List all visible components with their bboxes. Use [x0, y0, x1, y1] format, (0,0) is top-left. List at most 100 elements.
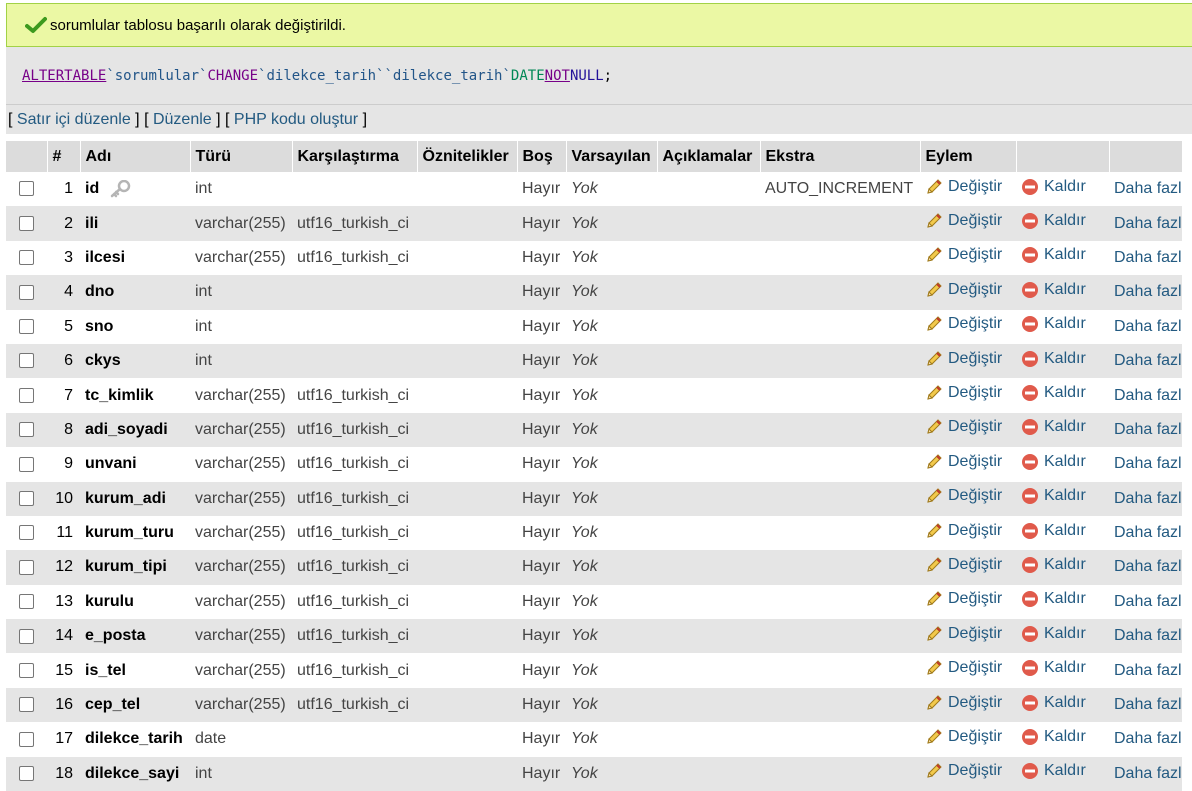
row-checkbox[interactable]: [19, 422, 34, 438]
drop-icon: [1022, 625, 1038, 642]
inline-edit-link[interactable]: Satır içi düzenle: [17, 111, 131, 129]
more-dropdown[interactable]: Daha fazla: [1114, 765, 1182, 783]
row-checkbox[interactable]: [19, 456, 34, 472]
drop-button[interactable]: Kaldır: [1021, 762, 1086, 780]
change-button[interactable]: Değiştir: [925, 590, 1002, 608]
sql-keyword-not[interactable]: NOT: [545, 68, 570, 84]
row-checkbox[interactable]: [19, 731, 34, 747]
column-type: int: [190, 756, 292, 791]
more-dropdown[interactable]: Daha fazla: [1114, 387, 1182, 405]
more-dropdown[interactable]: Daha fazla: [1114, 421, 1182, 439]
row-checkbox[interactable]: [19, 525, 34, 541]
row-number: 3: [47, 240, 80, 276]
drop-button[interactable]: Kaldır: [1021, 728, 1086, 746]
row-checkbox[interactable]: [19, 594, 34, 610]
change-label: Değiştir: [948, 762, 1003, 780]
change-button[interactable]: Değiştir: [925, 694, 1002, 712]
drop-button[interactable]: Kaldır: [1021, 384, 1086, 402]
row-checkbox[interactable]: [19, 490, 34, 506]
drop-button[interactable]: Kaldır: [1021, 212, 1086, 230]
column-type: int: [190, 309, 292, 344]
more-dropdown[interactable]: Daha fazla: [1114, 490, 1182, 508]
drop-button[interactable]: Kaldır: [1021, 590, 1086, 608]
more-dropdown[interactable]: Daha fazla: [1114, 627, 1182, 645]
drop-button[interactable]: Kaldır: [1021, 418, 1086, 436]
drop-icon: [1022, 763, 1038, 780]
table-row: 17 dilekce_tarih date Hayır Yok Değiştir Kaldı…: [6, 722, 1182, 757]
drop-button[interactable]: Kaldır: [1021, 246, 1086, 264]
row-checkbox[interactable]: [19, 353, 34, 369]
row-checkbox[interactable]: [19, 319, 34, 335]
change-button[interactable]: Değiştir: [925, 246, 1002, 264]
drop-button[interactable]: Kaldır: [1021, 522, 1086, 540]
change-button[interactable]: Değiştir: [925, 625, 1002, 643]
change-label: Değiştir: [948, 659, 1003, 677]
change-button[interactable]: Değiştir: [925, 728, 1002, 746]
more-dropdown[interactable]: Daha fazla: [1114, 662, 1182, 680]
more-dropdown[interactable]: Daha fazla: [1114, 249, 1182, 267]
sql-keyword-table[interactable]: TABLE: [64, 68, 106, 84]
change-button[interactable]: Değiştir: [925, 178, 1002, 196]
change-button[interactable]: Değiştir: [925, 762, 1002, 780]
edit-link[interactable]: Düzenle: [153, 111, 212, 129]
change-button[interactable]: Değiştir: [925, 281, 1002, 299]
drop-button[interactable]: Kaldır: [1021, 315, 1086, 333]
more-dropdown[interactable]: Daha fazla: [1114, 455, 1182, 473]
header-comments: Açıklamalar: [657, 141, 761, 172]
change-button[interactable]: Değiştir: [925, 522, 1002, 540]
column-attributes: [417, 447, 517, 482]
column-extra: [760, 687, 920, 723]
sql-keyword-null: NULL: [569, 67, 604, 84]
more-dropdown[interactable]: Daha fazla: [1114, 318, 1182, 336]
row-checkbox[interactable]: [19, 215, 34, 231]
change-button[interactable]: Değiştir: [925, 487, 1002, 505]
column-comments: [657, 550, 760, 585]
column-name: kurum_turu: [85, 524, 174, 542]
drop-button[interactable]: Kaldır: [1021, 453, 1086, 471]
change-button[interactable]: Değiştir: [925, 212, 1002, 230]
drop-button[interactable]: Kaldır: [1021, 694, 1086, 712]
column-default: Yok: [566, 378, 657, 413]
drop-button[interactable]: Kaldır: [1021, 556, 1086, 574]
column-collation: [292, 275, 417, 310]
change-button[interactable]: Değiştir: [925, 384, 1002, 402]
change-button[interactable]: Değiştir: [925, 418, 1002, 436]
drop-button[interactable]: Kaldır: [1021, 659, 1086, 677]
drop-button[interactable]: Kaldır: [1021, 281, 1086, 299]
column-type: date: [190, 722, 292, 757]
column-attributes: [417, 722, 517, 757]
change-button[interactable]: Değiştir: [925, 350, 1002, 368]
drop-button[interactable]: Kaldır: [1021, 625, 1086, 643]
more-dropdown[interactable]: Daha fazla: [1114, 730, 1182, 748]
row-checkbox[interactable]: [19, 250, 34, 266]
sql-keyword-alter[interactable]: ALTER: [22, 68, 64, 84]
change-button[interactable]: Değiştir: [925, 659, 1002, 677]
more-dropdown[interactable]: Daha fazla: [1114, 283, 1182, 301]
drop-button[interactable]: Kaldır: [1021, 178, 1086, 196]
more-dropdown[interactable]: Daha fazla: [1114, 180, 1182, 198]
row-checkbox[interactable]: [19, 628, 34, 644]
more-dropdown[interactable]: Daha fazla: [1114, 558, 1182, 576]
more-dropdown[interactable]: Daha fazla: [1114, 593, 1182, 611]
more-dropdown[interactable]: Daha fazla: [1114, 696, 1182, 714]
drop-button[interactable]: Kaldır: [1021, 350, 1086, 368]
php-code-link[interactable]: PHP kodu oluştur: [234, 111, 358, 129]
change-button[interactable]: Değiştir: [925, 315, 1002, 333]
row-checkbox[interactable]: [19, 559, 34, 575]
row-checkbox[interactable]: [19, 662, 34, 678]
more-dropdown[interactable]: Daha fazla: [1114, 352, 1182, 370]
row-checkbox[interactable]: [19, 284, 34, 300]
more-dropdown[interactable]: Daha fazla: [1114, 215, 1182, 233]
drop-button[interactable]: Kaldır: [1021, 487, 1086, 505]
drop-icon: [1022, 660, 1038, 677]
change-button[interactable]: Değiştir: [925, 453, 1002, 471]
drop-icon: [1022, 178, 1038, 195]
row-checkbox[interactable]: [19, 697, 34, 713]
header-extra: Ekstra: [760, 141, 921, 172]
pencil-icon: [927, 763, 942, 779]
row-checkbox[interactable]: [19, 387, 34, 403]
change-button[interactable]: Değiştir: [925, 556, 1002, 574]
more-dropdown[interactable]: Daha fazla: [1114, 524, 1182, 542]
row-checkbox[interactable]: [19, 181, 34, 197]
row-checkbox[interactable]: [19, 766, 34, 782]
